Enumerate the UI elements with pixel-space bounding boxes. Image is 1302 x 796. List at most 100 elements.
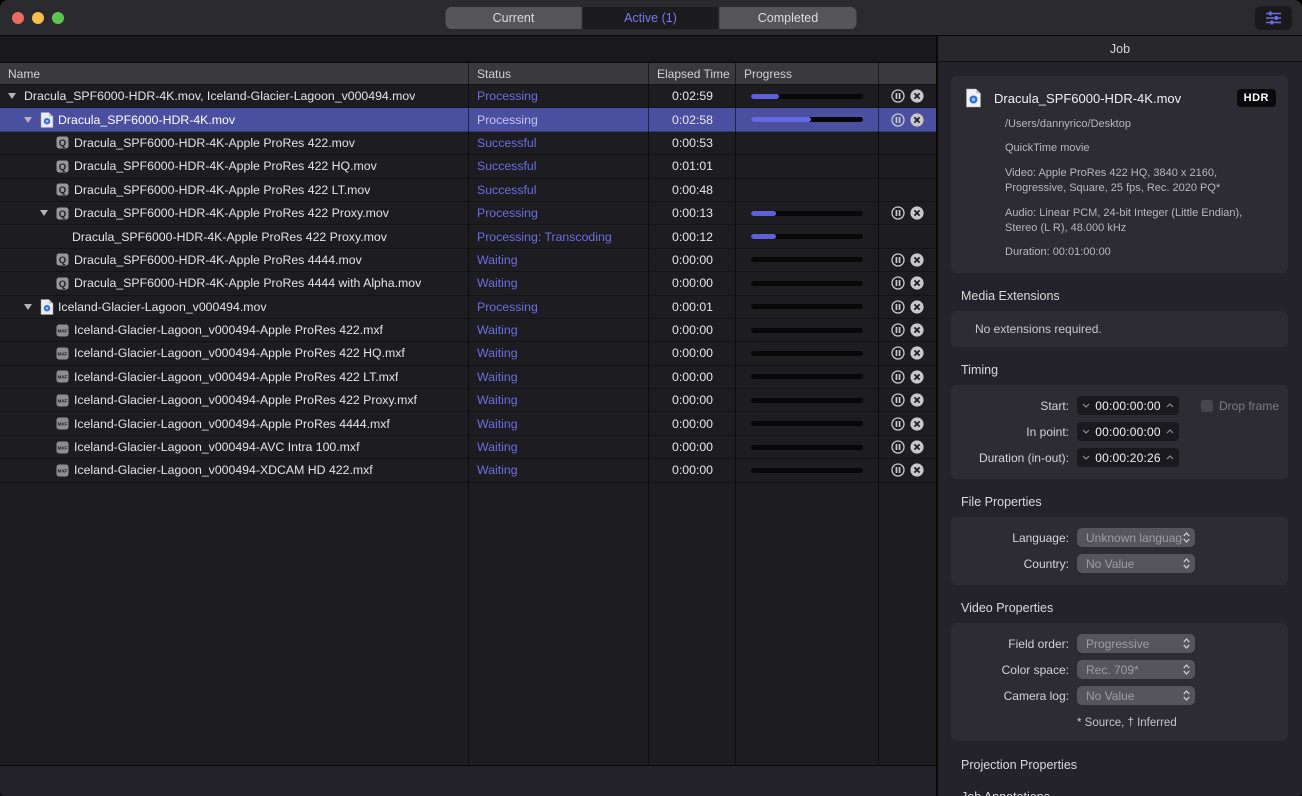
pause-button[interactable]	[891, 323, 905, 337]
chevron-down-icon[interactable]	[1082, 429, 1090, 435]
cancel-button[interactable]	[910, 253, 924, 267]
row-elapsed-time: 0:00:01	[671, 299, 714, 314]
pause-button[interactable]	[891, 276, 905, 290]
table-row[interactable]: Q Dracula_SPF6000-HDR-4K-Apple ProRes 422…	[0, 155, 936, 179]
table-row[interactable]: Dracula_SPF6000-HDR-4K.mov, Iceland-Glac…	[0, 85, 936, 109]
cancel-button[interactable]	[910, 463, 924, 478]
table-row[interactable]: Q Dracula_SPF6000-HDR-4K-Apple ProRes 444…	[0, 248, 936, 273]
cancel-icon	[910, 417, 924, 431]
table-row[interactable]: MXF Iceland-Glacier-Lagoon_v000494-Apple …	[0, 318, 936, 343]
row-status-label: Processing	[477, 89, 538, 104]
close-window-button[interactable]	[12, 11, 24, 24]
file-properties-heading: File Properties	[961, 494, 1042, 509]
cancel-icon	[910, 206, 924, 220]
cancel-button[interactable]	[910, 440, 924, 454]
cancel-button[interactable]	[910, 276, 924, 290]
traffic-lights	[12, 11, 64, 24]
cancel-button[interactable]	[910, 112, 924, 127]
row-elapsed-time: 0:00:00	[671, 369, 714, 384]
table-row[interactable]: MXF Iceland-Glacier-Lagoon_v000494-Apple …	[0, 412, 936, 436]
chevron-down-icon[interactable]	[1082, 403, 1090, 409]
row-elapsed-time: 0:01:01	[671, 159, 714, 174]
cancel-button[interactable]	[910, 417, 924, 431]
tab-active[interactable]: Active (1)	[582, 7, 720, 29]
compressor-window: Current Active (1) Completed Name Status…	[0, 0, 1302, 796]
pause-button[interactable]	[891, 370, 905, 384]
chevron-up-icon[interactable]	[1166, 403, 1174, 408]
drop-frame-label: Drop frame	[1219, 398, 1280, 413]
color-space-dropdown[interactable]: Rec. 709*	[1077, 660, 1195, 680]
column-header-elapsed-time[interactable]: Elapsed Time	[649, 67, 736, 81]
table-row[interactable]: MXF Iceland-Glacier-Lagoon_v000494-Apple …	[0, 389, 936, 413]
pause-icon	[891, 346, 905, 361]
disclosure-triangle-icon[interactable]	[40, 210, 48, 217]
projection-properties-heading[interactable]: Projection Properties	[961, 758, 1288, 774]
row-status-label: Processing	[477, 112, 538, 127]
inspector-scroll[interactable]: Dracula_SPF6000-HDR-4K.mov HDR /Users/da…	[938, 62, 1302, 796]
table-row[interactable]: MXF Iceland-Glacier-Lagoon_v000494-Apple …	[0, 365, 936, 390]
cancel-button[interactable]	[910, 89, 924, 103]
zoom-window-button[interactable]	[52, 11, 64, 24]
duration-timecode-field[interactable]: 00:00:20:26	[1077, 448, 1179, 468]
pause-button[interactable]	[891, 112, 905, 127]
pause-button[interactable]	[891, 417, 905, 431]
inspector-toggle-button[interactable]	[1255, 6, 1292, 30]
table-row[interactable]: MXF Iceland-Glacier-Lagoon_v000494-AVC In…	[0, 435, 936, 460]
cancel-button[interactable]	[910, 300, 924, 314]
cancel-button[interactable]	[910, 323, 924, 337]
mxf-file-icon: MXF	[56, 394, 69, 407]
table-row[interactable]: Q Dracula_SPF6000-HDR-4K-Apple ProRes 422…	[0, 131, 936, 156]
camera-log-dropdown[interactable]: No Value	[1077, 686, 1195, 706]
pause-button[interactable]	[891, 393, 905, 407]
disclosure-triangle-icon[interactable]	[8, 93, 16, 100]
pause-button[interactable]	[891, 300, 905, 314]
table-header: Name Status Elapsed Time Progress	[0, 63, 936, 85]
cancel-button[interactable]	[910, 370, 924, 384]
cancel-button[interactable]	[910, 346, 924, 361]
row-status-label: Waiting	[477, 323, 518, 338]
country-dropdown[interactable]: No Value	[1077, 554, 1195, 574]
column-header-name[interactable]: Name	[0, 67, 469, 81]
row-elapsed-time: 0:00:00	[671, 276, 714, 291]
svg-text:Q: Q	[59, 208, 66, 219]
disclosure-triangle-icon[interactable]	[24, 303, 32, 310]
column-header-progress[interactable]: Progress	[736, 67, 879, 81]
pause-button[interactable]	[891, 206, 905, 220]
table-row[interactable]: Q Dracula_SPF6000-HDR-4K-Apple ProRes 444…	[0, 272, 936, 296]
cancel-button[interactable]	[910, 206, 924, 220]
field-order-dropdown[interactable]: Progressive	[1077, 634, 1195, 654]
disclosure-triangle-icon[interactable]	[24, 116, 32, 123]
drop-frame-checkbox[interactable]	[1201, 399, 1213, 412]
chevron-up-icon[interactable]	[1166, 455, 1174, 460]
table-row[interactable]: Q Dracula_SPF6000-HDR-4K-Apple ProRes 422…	[0, 201, 936, 226]
job-annotations-heading[interactable]: Job Annotations	[961, 790, 1288, 796]
pause-button[interactable]	[891, 253, 905, 267]
start-timecode-field[interactable]: 00:00:00:00	[1077, 396, 1179, 416]
minimize-window-button[interactable]	[32, 11, 44, 24]
pause-button[interactable]	[891, 463, 905, 478]
column-header-status[interactable]: Status	[469, 67, 649, 81]
tab-current[interactable]: Current	[445, 7, 583, 29]
batch-pane: Name Status Elapsed Time Progress Dracul…	[0, 36, 938, 796]
table-row[interactable]: Dracula_SPF6000-HDR-4K.mov Processing 0:02…	[0, 108, 936, 132]
table-row[interactable]: MXF Iceland-Glacier-Lagoon_v000494-Apple …	[0, 342, 936, 366]
pause-icon	[891, 393, 905, 407]
row-status-label: Successful	[477, 182, 537, 197]
table-row[interactable]: Dracula_SPF6000-HDR-4K-Apple ProRes 422 …	[0, 225, 936, 249]
tab-completed[interactable]: Completed	[719, 7, 857, 29]
table-row[interactable]: MXF Iceland-Glacier-Lagoon_v000494-XDCAM …	[0, 459, 936, 483]
in-point-timecode-field[interactable]: 00:00:00:00	[1077, 422, 1179, 442]
chevron-up-icon[interactable]	[1166, 429, 1174, 434]
row-name-label: Iceland-Glacier-Lagoon_v000494-Apple Pro…	[74, 323, 383, 338]
table-row[interactable]: Q Dracula_SPF6000-HDR-4K-Apple ProRes 422…	[0, 178, 936, 202]
row-status-label: Processing	[477, 299, 538, 314]
table-row[interactable]: Iceland-Glacier-Lagoon_v000494.mov Proces…	[0, 295, 936, 319]
cancel-button[interactable]	[910, 393, 924, 407]
row-name-label: Dracula_SPF6000-HDR-4K-Apple ProRes 422 …	[74, 182, 371, 197]
language-dropdown[interactable]: Unknown language	[1077, 528, 1195, 548]
svg-text:MXF: MXF	[58, 328, 68, 333]
pause-button[interactable]	[891, 346, 905, 361]
pause-button[interactable]	[891, 440, 905, 454]
chevron-down-icon[interactable]	[1082, 455, 1090, 461]
pause-button[interactable]	[891, 89, 905, 103]
